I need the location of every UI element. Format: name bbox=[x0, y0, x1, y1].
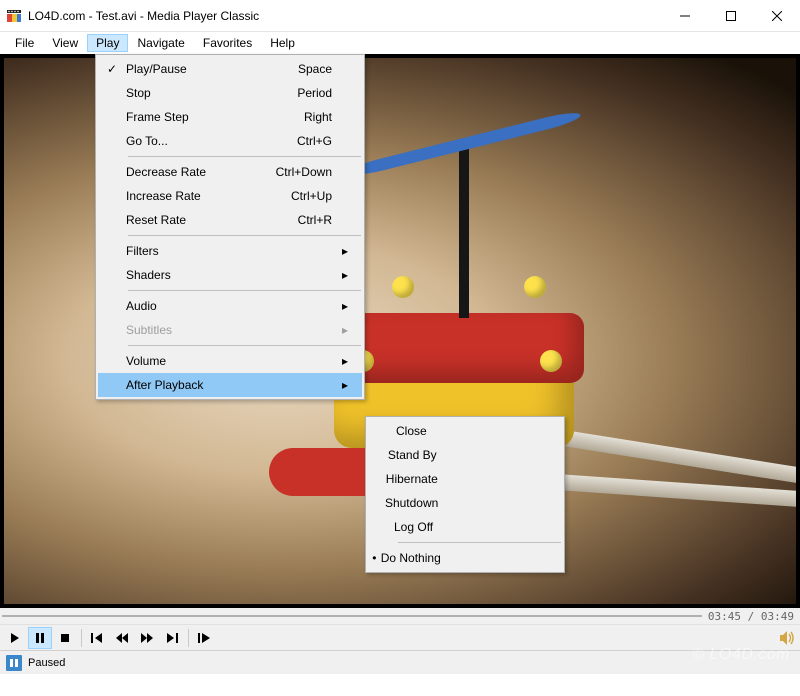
menu-label: Shaders bbox=[126, 268, 262, 282]
menu-separator bbox=[128, 290, 361, 291]
menu-shortcut: Right bbox=[262, 110, 332, 124]
menu-file[interactable]: File bbox=[6, 34, 43, 52]
video-detail bbox=[540, 350, 562, 372]
menu-help[interactable]: Help bbox=[261, 34, 304, 52]
after-menu-shutdown[interactable]: Shutdown bbox=[368, 491, 562, 515]
controls-row bbox=[0, 624, 800, 650]
menu-shortcut: Space bbox=[262, 62, 332, 76]
after-menu-do-nothing[interactable]: •Do Nothing bbox=[368, 546, 562, 570]
check-icon: ✓ bbox=[98, 62, 126, 76]
video-detail bbox=[392, 276, 414, 298]
video-detail bbox=[524, 276, 546, 298]
menu-separator bbox=[398, 542, 561, 543]
menu-separator bbox=[128, 235, 361, 236]
after-menu-log-off[interactable]: Log Off bbox=[368, 515, 562, 539]
seek-bar[interactable] bbox=[2, 615, 702, 617]
submenu-arrow-icon: ▸ bbox=[332, 378, 348, 392]
minimize-button[interactable] bbox=[662, 0, 708, 32]
stop-button[interactable] bbox=[53, 627, 77, 649]
menu-label: Frame Step bbox=[126, 110, 262, 124]
menu-label: Reset Rate bbox=[126, 213, 262, 227]
menu-label: After Playback bbox=[126, 378, 262, 392]
menu-label: Go To... bbox=[126, 134, 262, 148]
play-menu-decrease-rate[interactable]: Decrease RateCtrl+Down bbox=[98, 160, 362, 184]
after-menu-stand-by[interactable]: Stand By bbox=[368, 443, 562, 467]
menu-label: Subtitles bbox=[126, 323, 262, 337]
menu-label: Log Off bbox=[394, 520, 463, 534]
after-playback-submenu: Close Stand By Hibernate Shutdown Log Off •Do… bbox=[365, 416, 565, 573]
menu-label: Stand By bbox=[388, 448, 467, 462]
play-button[interactable] bbox=[3, 627, 27, 649]
volume-icon[interactable] bbox=[779, 629, 797, 647]
play-menu-stop[interactable]: StopPeriod bbox=[98, 81, 362, 105]
menu-label: Stop bbox=[126, 86, 262, 100]
menu-play[interactable]: Play bbox=[87, 34, 128, 52]
play-menu-subtitles: Subtitles ▸ bbox=[98, 318, 362, 342]
play-menu-reset-rate[interactable]: Reset RateCtrl+R bbox=[98, 208, 362, 232]
play-menu-shaders[interactable]: Shaders ▸ bbox=[98, 263, 362, 287]
next-track-button[interactable] bbox=[160, 627, 184, 649]
divider bbox=[188, 629, 189, 647]
time-display: 03:45 / 03:49 bbox=[708, 610, 794, 623]
submenu-arrow-icon: ▸ bbox=[332, 354, 348, 368]
video-detail bbox=[459, 148, 469, 318]
submenu-arrow-icon: ▸ bbox=[332, 299, 348, 313]
menu-shortcut: Ctrl+R bbox=[262, 213, 332, 227]
menu-shortcut: Ctrl+G bbox=[262, 134, 332, 148]
menu-label: Play/Pause bbox=[126, 62, 262, 76]
menu-label: Volume bbox=[126, 354, 262, 368]
play-menu-audio[interactable]: Audio ▸ bbox=[98, 294, 362, 318]
maximize-button[interactable] bbox=[708, 0, 754, 32]
play-menu-increase-rate[interactable]: Increase RateCtrl+Up bbox=[98, 184, 362, 208]
menu-label: Close bbox=[396, 424, 462, 438]
menu-label: Filters bbox=[126, 244, 262, 258]
divider bbox=[81, 629, 82, 647]
menu-shortcut: Ctrl+Down bbox=[262, 165, 332, 179]
play-menu-after-playback[interactable]: After Playback ▸ bbox=[98, 373, 362, 397]
statusbar: Paused bbox=[0, 650, 800, 674]
menu-view[interactable]: View bbox=[43, 34, 87, 52]
menu-separator bbox=[128, 345, 361, 346]
menu-label: Shutdown bbox=[385, 496, 468, 510]
after-menu-close[interactable]: Close bbox=[368, 419, 562, 443]
play-menu-go-to[interactable]: Go To...Ctrl+G bbox=[98, 129, 362, 153]
submenu-arrow-icon: ▸ bbox=[332, 323, 348, 337]
rewind-button[interactable] bbox=[110, 627, 134, 649]
menu-navigate[interactable]: Navigate bbox=[128, 34, 193, 52]
menu-label: Decrease Rate bbox=[126, 165, 262, 179]
window-controls bbox=[662, 0, 800, 31]
pause-button[interactable] bbox=[28, 627, 52, 649]
play-menu-frame-step[interactable]: Frame StepRight bbox=[98, 105, 362, 129]
prev-track-button[interactable] bbox=[85, 627, 109, 649]
menu-shortcut: Ctrl+Up bbox=[262, 189, 332, 203]
status-text: Paused bbox=[28, 657, 65, 669]
play-menu-play-pause[interactable]: ✓Play/PauseSpace bbox=[98, 57, 362, 81]
menu-favorites[interactable]: Favorites bbox=[194, 34, 261, 52]
submenu-arrow-icon: ▸ bbox=[332, 244, 348, 258]
seek-row: 03:45 / 03:49 bbox=[0, 608, 800, 624]
submenu-arrow-icon: ▸ bbox=[332, 268, 348, 282]
bullet-icon: • bbox=[368, 551, 381, 565]
menubar: FileViewPlayNavigateFavoritesHelp bbox=[0, 32, 800, 54]
menu-shortcut: Period bbox=[262, 86, 332, 100]
close-button[interactable] bbox=[754, 0, 800, 32]
menu-label: Do Nothing bbox=[381, 551, 471, 565]
step-button[interactable] bbox=[192, 627, 216, 649]
menu-label: Hibernate bbox=[386, 472, 468, 486]
menu-separator bbox=[128, 156, 361, 157]
app-icon bbox=[6, 8, 22, 24]
menu-label: Increase Rate bbox=[126, 189, 262, 203]
forward-button[interactable] bbox=[135, 627, 159, 649]
play-menu-volume[interactable]: Volume ▸ bbox=[98, 349, 362, 373]
status-icon bbox=[6, 655, 22, 671]
titlebar: LO4D.com - Test.avi - Media Player Class… bbox=[0, 0, 800, 32]
play-menu-filters[interactable]: Filters ▸ bbox=[98, 239, 362, 263]
menu-label: Audio bbox=[126, 299, 262, 313]
window-title: LO4D.com - Test.avi - Media Player Class… bbox=[28, 9, 662, 23]
play-menu-dropdown: ✓Play/PauseSpaceStopPeriodFrame StepRigh… bbox=[95, 54, 365, 400]
after-menu-hibernate[interactable]: Hibernate bbox=[368, 467, 562, 491]
